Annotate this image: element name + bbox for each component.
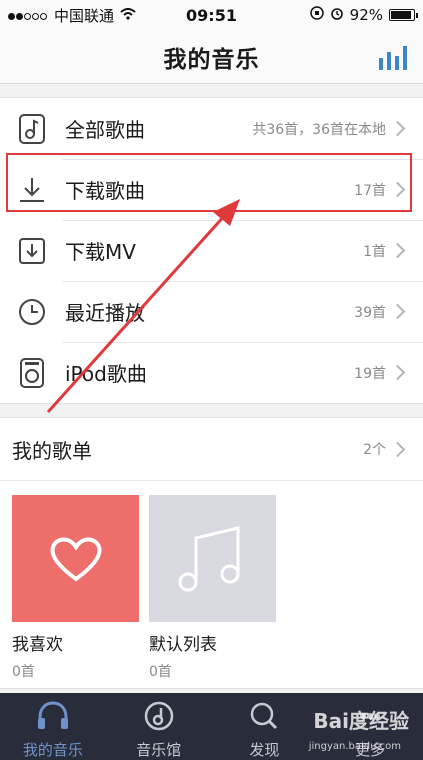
- row-label: 全部歌曲: [65, 118, 145, 142]
- tab-my-music[interactable]: 我的音乐: [0, 693, 106, 760]
- nav-bar: 我的音乐: [0, 30, 423, 84]
- music-hall-icon: [144, 701, 174, 735]
- playlist-song-count: 0首: [12, 664, 35, 680]
- list-item-recent-played[interactable]: 最近播放 39首: [0, 281, 423, 342]
- playlist-card-favorites[interactable]: 我喜欢 0首: [12, 495, 139, 681]
- rotation-lock-icon: [309, 6, 324, 24]
- row-label: 下载歌曲: [65, 179, 145, 203]
- chevron-right-icon: [389, 242, 406, 259]
- battery-icon: [389, 9, 418, 21]
- chevron-right-icon: [389, 303, 406, 320]
- list-item-downloaded-mv[interactable]: 下载MV 1首: [0, 220, 423, 281]
- ipod-icon: [17, 357, 47, 388]
- row-label: 最近播放: [65, 301, 145, 325]
- list-item-downloaded-songs[interactable]: 下载歌曲 17首: [0, 159, 423, 220]
- row-label: 下载MV: [65, 240, 136, 264]
- chevron-right-icon: [389, 120, 406, 137]
- download-icon: [17, 175, 47, 205]
- equalizer-icon[interactable]: [379, 46, 411, 70]
- list-item-all-songs[interactable]: 全部歌曲 共36首，36首在本地: [0, 98, 423, 159]
- row-meta: 39首: [354, 304, 386, 321]
- playlist-name: 默认列表: [149, 635, 217, 655]
- row-meta: 17首: [354, 182, 386, 199]
- clock-icon: [17, 297, 47, 327]
- tab-label: 音乐馆: [136, 741, 182, 759]
- row-meta: 1首: [363, 243, 386, 260]
- list-item-ipod-songs[interactable]: iPod歌曲 19首: [0, 342, 423, 403]
- chevron-right-icon: [389, 364, 406, 381]
- tab-label: 我的音乐: [22, 741, 83, 759]
- playlist-title: 我的歌单: [12, 438, 92, 463]
- playlist-song-count: 0首: [149, 664, 172, 680]
- row-meta: 19首: [354, 365, 386, 382]
- tab-discover[interactable]: 发现: [212, 693, 318, 760]
- music-list: 全部歌曲 共36首，36首在本地 下载歌曲 17首 下载MV 1首 最近播放 3…: [0, 97, 423, 404]
- carrier-label: 中国联通: [54, 6, 115, 25]
- music-note-icon: [149, 495, 276, 622]
- row-meta: 共36首，36首在本地: [252, 121, 386, 138]
- download-mv-icon: [17, 236, 47, 266]
- watermark-logo: Bai度经验: [313, 709, 409, 733]
- chevron-right-icon: [389, 441, 406, 457]
- tab-label: 发现: [249, 741, 280, 759]
- search-icon: [249, 701, 279, 735]
- status-bar: 中国联通 09:51 92%: [0, 0, 423, 30]
- playlist-card-default[interactable]: 默认列表 0首: [149, 495, 276, 681]
- signal-icon: [8, 6, 48, 24]
- playlist-name: 我喜欢: [12, 635, 63, 655]
- headphones-icon: [36, 701, 70, 735]
- playlist-count: 2个: [363, 442, 386, 458]
- battery-percent: 92%: [349, 6, 383, 24]
- row-label: iPod歌曲: [65, 362, 147, 386]
- chevron-right-icon: [389, 181, 406, 198]
- alarm-icon: [330, 6, 344, 24]
- music-note-icon: [17, 113, 47, 144]
- playlist-section: 我的歌单 2个 我喜欢 0首 默认列表 0首: [0, 417, 423, 689]
- tab-music-hall[interactable]: 音乐馆: [106, 693, 212, 760]
- playlist-header[interactable]: 我的歌单 2个: [0, 418, 423, 481]
- wifi-icon: [120, 6, 136, 24]
- page-title: 我的音乐: [163, 46, 260, 73]
- watermark-url: jingyan.baidu.com: [308, 741, 401, 752]
- heart-icon: [12, 495, 139, 622]
